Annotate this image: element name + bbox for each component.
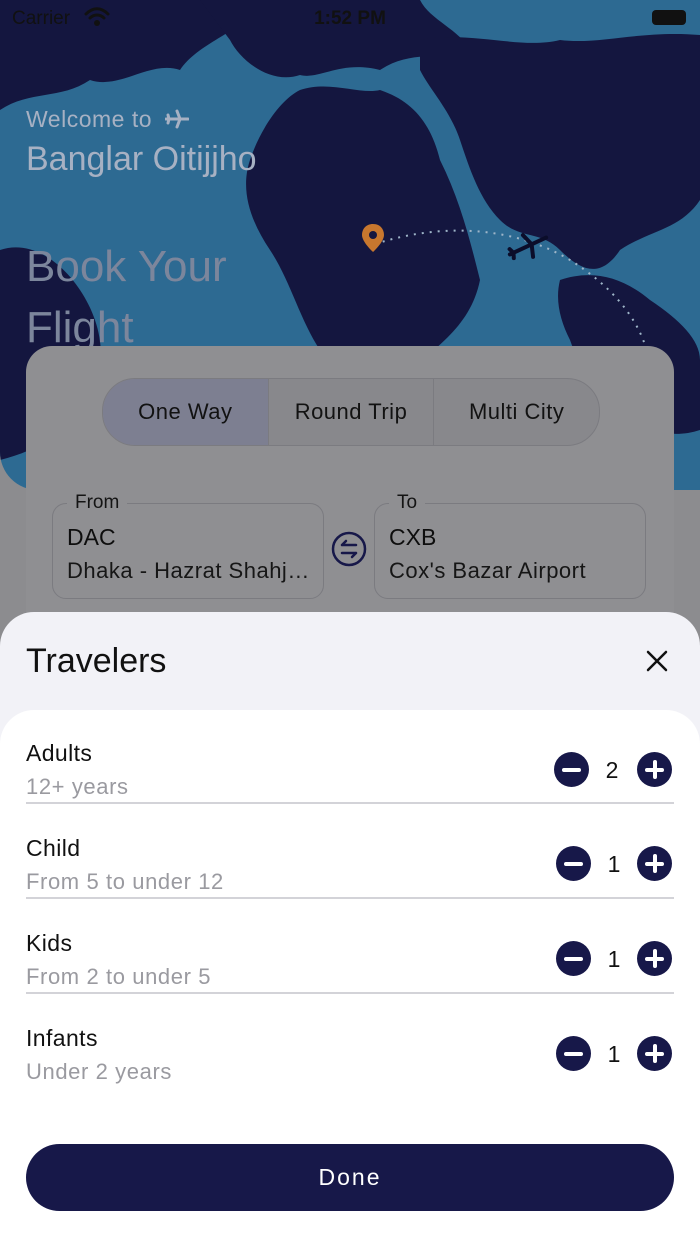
traveler-count: 1: [607, 1041, 621, 1067]
sheet-title: Travelers: [26, 642, 167, 680]
to-label: To: [389, 492, 426, 514]
app-name: Banglar Oitijjho: [26, 140, 257, 178]
to-airport-field[interactable]: To CXB Cox's Bazar Airport: [374, 492, 646, 599]
status-time: 1:52 PM: [314, 8, 386, 29]
traveler-type-label: Adults: [26, 740, 93, 766]
plus-icon[interactable]: [637, 941, 672, 976]
from-label: From: [67, 492, 128, 514]
from-airport-field[interactable]: From DAC Dhaka - Hazrat Shahjalal Intern…: [52, 492, 324, 599]
to-code: CXB: [389, 524, 437, 550]
minus-icon[interactable]: [556, 941, 591, 976]
to-airport-name: Cox's Bazar Airport: [389, 558, 587, 583]
done-button[interactable]: Done: [26, 1144, 674, 1211]
traveler-age-range: From 2 to under 5: [26, 964, 212, 989]
swap-icon[interactable]: [331, 531, 367, 567]
minus-icon[interactable]: [554, 752, 589, 787]
trip-type-segmented-control: One Way Round Trip Multi City: [102, 378, 600, 446]
traveler-row-infants: Infants Under 2 years 1: [26, 995, 674, 1089]
tab-one-way[interactable]: One Way: [103, 379, 268, 445]
row-divider: [26, 992, 674, 994]
airplane-icon: [164, 109, 189, 129]
traveler-type-label: Infants: [26, 1025, 98, 1051]
minus-icon[interactable]: [556, 846, 591, 881]
from-airport-name: Dhaka - Hazrat Shahjalal International A…: [67, 558, 311, 583]
row-divider: [26, 897, 674, 899]
from-code: DAC: [67, 524, 116, 550]
plus-icon[interactable]: [637, 752, 672, 787]
plus-icon[interactable]: [637, 1036, 672, 1071]
traveler-count: 1: [607, 946, 621, 972]
traveler-type-label: Kids: [26, 930, 73, 956]
page-title: Book Your Flight: [26, 242, 227, 352]
minus-icon[interactable]: [556, 1036, 591, 1071]
traveler-age-range: From 5 to under 12: [26, 869, 224, 894]
tab-multi-city[interactable]: Multi City: [433, 379, 599, 445]
traveler-count: 2: [605, 757, 619, 783]
traveler-row-child: Child From 5 to under 12 1: [26, 805, 674, 899]
traveler-row-adults: Adults 12+ years 2: [26, 710, 674, 804]
plus-icon[interactable]: [637, 846, 672, 881]
traveler-type-label: Child: [26, 835, 81, 861]
row-divider: [26, 802, 674, 804]
battery-icon: [652, 10, 686, 25]
welcome-text: Welcome to: [26, 106, 189, 133]
traveler-row-kids: Kids From 2 to under 5 1: [26, 900, 674, 994]
traveler-age-range: 12+ years: [26, 774, 129, 799]
close-icon[interactable]: [642, 646, 672, 676]
tab-round-trip[interactable]: Round Trip: [267, 379, 434, 445]
status-bar: Carrier 1:52 PM: [0, 0, 700, 36]
traveler-age-range: Under 2 years: [26, 1059, 172, 1084]
traveler-count: 1: [607, 851, 621, 877]
welcome-label: Welcome to: [26, 106, 153, 132]
